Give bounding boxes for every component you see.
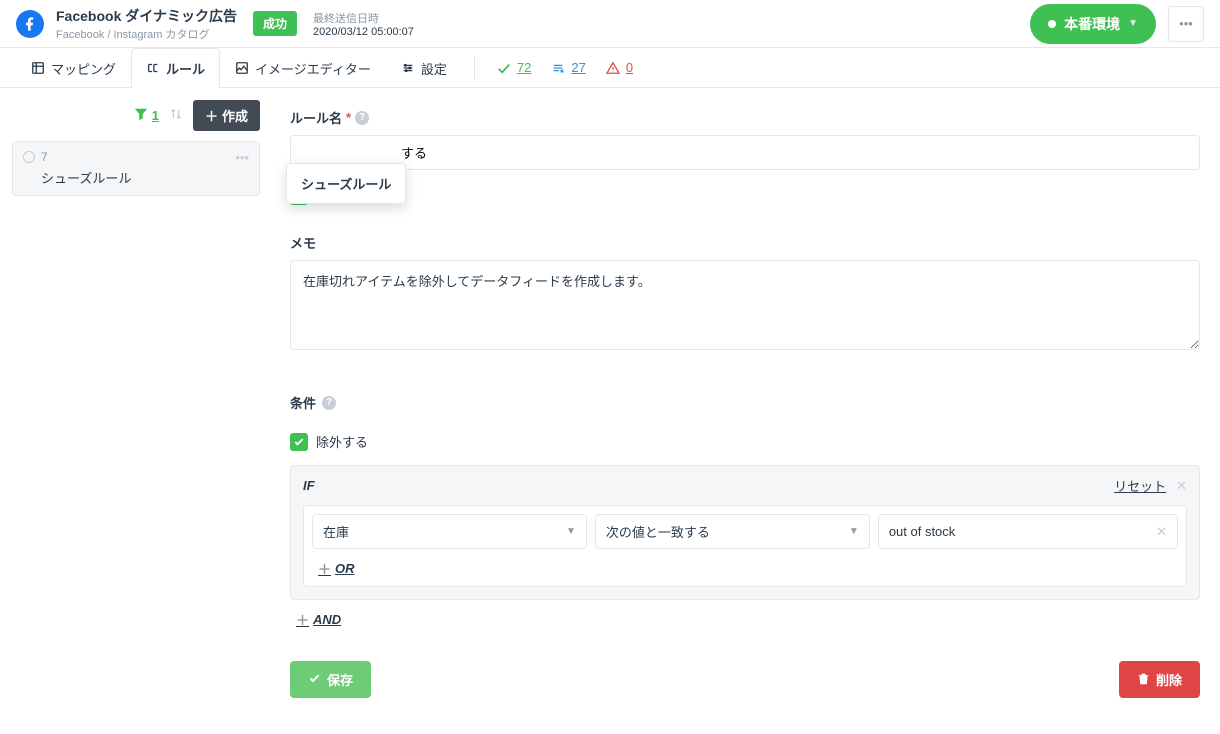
help-icon[interactable]: ? <box>322 396 336 410</box>
facebook-logo <box>16 10 44 38</box>
add-or-button[interactable]: ＋ OR <box>312 559 355 578</box>
exclude-icon <box>551 61 565 75</box>
page-subtitle: Facebook / Instagram カタログ <box>56 26 237 42</box>
excluded-count-link[interactable]: 27 <box>541 48 595 87</box>
tab-settings[interactable]: 設定 <box>386 48 462 87</box>
create-button[interactable]: ＋ 作成 <box>193 100 260 131</box>
mapping-icon <box>31 61 45 75</box>
more-button[interactable]: ••• <box>1168 6 1204 42</box>
rule-name-tooltip: シューズルール <box>286 163 406 204</box>
dots-icon: ••• <box>1179 16 1193 31</box>
rule-name: シューズルール <box>23 168 249 187</box>
plus-icon: ＋ <box>205 106 218 125</box>
rule-more-button[interactable]: ••• <box>235 150 249 165</box>
rule-target-icon <box>23 151 35 163</box>
image-editor-icon <box>235 61 249 75</box>
environment-button[interactable]: 本番環境 ▼ <box>1030 4 1156 44</box>
tab-image-editor[interactable]: イメージエディター <box>220 48 386 87</box>
rules-icon <box>146 61 160 75</box>
status-badge: 成功 <box>253 11 297 36</box>
plus-icon: ＋ <box>296 610 309 629</box>
if-label: IF <box>303 478 315 493</box>
reset-button[interactable]: リセット <box>1114 476 1166 495</box>
field-select[interactable]: 在庫 ▼ <box>312 514 587 549</box>
rule-name-label: ルール名* ? <box>290 108 1200 127</box>
last-sent-value: 2020/03/12 05:00:07 <box>313 26 414 38</box>
last-sent-label: 最終送信日時 <box>313 10 414 26</box>
check-icon <box>308 672 321 688</box>
page-title: Facebook ダイナミック広告 <box>56 6 237 26</box>
exclude-checkbox[interactable] <box>290 433 308 451</box>
rule-index: 7 <box>41 150 48 164</box>
plus-icon: ＋ <box>318 559 331 578</box>
chevron-down-icon: ▼ <box>566 526 576 537</box>
filter-control[interactable]: 1 <box>134 107 159 124</box>
memo-textarea[interactable] <box>290 260 1200 350</box>
warning-count-link[interactable]: 0 <box>596 48 643 87</box>
delete-button[interactable]: 削除 <box>1119 661 1200 698</box>
warning-icon <box>606 61 620 75</box>
exclude-label: 除外する <box>316 432 368 451</box>
settings-icon <box>401 61 415 75</box>
tab-rules[interactable]: ルール <box>131 48 220 87</box>
value-input[interactable]: out of stock ✕ <box>878 514 1178 549</box>
env-label: 本番環境 <box>1064 14 1120 34</box>
help-icon[interactable]: ? <box>355 111 369 125</box>
save-button[interactable]: 保存 <box>290 661 371 698</box>
rule-card[interactable]: 7 シューズルール ••• <box>12 141 260 196</box>
conditions-label: 条件 <box>290 393 316 412</box>
tab-mapping[interactable]: マッピング <box>16 48 131 87</box>
memo-label: メモ <box>290 233 1200 252</box>
check-icon <box>497 61 511 75</box>
env-dot-icon <box>1048 20 1056 28</box>
success-count-link[interactable]: 72 <box>487 48 541 87</box>
rule-name-input[interactable] <box>290 135 1200 170</box>
chevron-down-icon: ▼ <box>1128 18 1138 29</box>
trash-icon <box>1137 672 1150 688</box>
chevron-down-icon: ▼ <box>849 526 859 537</box>
filter-icon <box>134 107 148 124</box>
close-condition-button[interactable]: ✕ <box>1176 478 1187 494</box>
operator-select[interactable]: 次の値と一致する ▼ <box>595 514 870 549</box>
clear-value-button[interactable]: ✕ <box>1156 524 1167 540</box>
add-and-button[interactable]: ＋ AND <box>290 610 341 629</box>
sort-button[interactable] <box>169 107 183 124</box>
